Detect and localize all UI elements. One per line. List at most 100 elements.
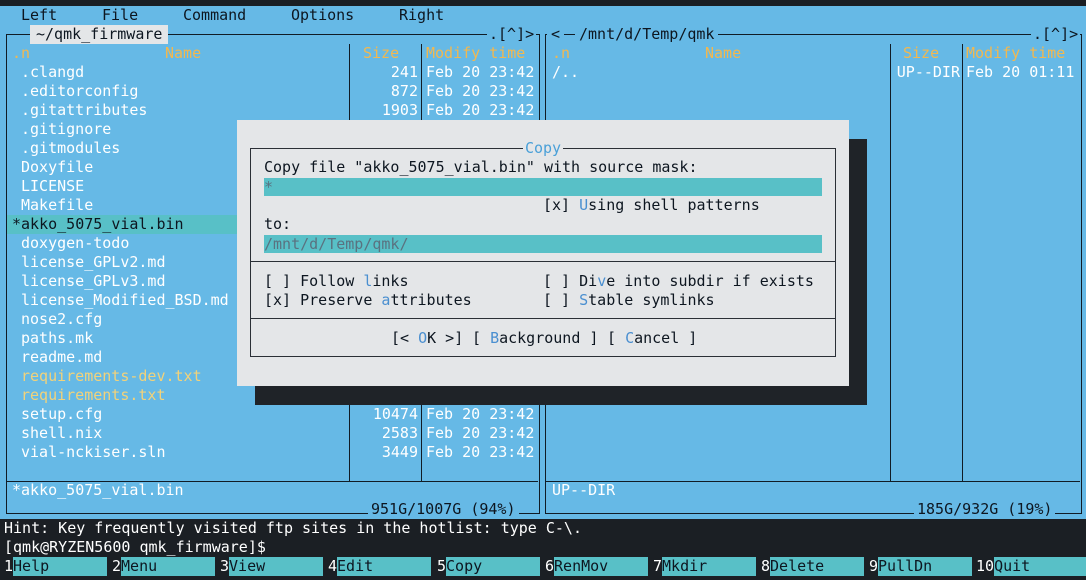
left-file-name[interactable]: shell.nix <box>21 424 102 443</box>
fkey-label: Quit <box>994 557 1086 576</box>
left-file-name[interactable]: paths.mk <box>21 329 93 348</box>
left-file-name[interactable]: license_GPLv2.md <box>21 253 166 272</box>
left-file-mtime: Feb 20 23:42 <box>426 63 535 81</box>
right-file-mtime: Feb 20 01:11 <box>966 63 1075 81</box>
left-file-name[interactable]: license_GPLv3.md <box>21 272 166 291</box>
fkey-label: Delete <box>770 557 865 576</box>
right-disk-usage: 185G/932G (19%) <box>914 500 1056 519</box>
left-file-name[interactable]: license_Modified_BSD.md <box>21 291 229 310</box>
dialog-divider-1 <box>251 261 835 262</box>
left-file-size: 872 <box>390 82 418 100</box>
left-file-name[interactable]: .gitignore <box>21 120 111 139</box>
right-col-name[interactable]: Name <box>705 44 741 63</box>
left-file-name[interactable]: setup.cfg <box>21 405 102 424</box>
to-label: to: <box>264 215 292 233</box>
fkey-number: 4 <box>328 557 338 575</box>
stable-symlinks-checkbox[interactable]: [ ] Stable symlinks <box>543 291 715 310</box>
left-disk-usage: 951G/1007G (94%) <box>368 500 519 519</box>
right-col-divider-2 <box>962 44 963 481</box>
fkey-label: View <box>229 557 324 576</box>
left-file-name[interactable]: Doxyfile <box>21 158 93 177</box>
fkey-edit-button[interactable]: 4Edit <box>328 557 432 576</box>
follow-links-checkbox[interactable]: [ ] Follow links <box>264 272 409 291</box>
fkey-number: 3 <box>220 557 230 575</box>
left-file-size: 241 <box>390 63 418 81</box>
left-file-mtime: Feb 20 23:42 <box>426 82 535 100</box>
left-file-name[interactable]: readme.md <box>21 348 102 367</box>
left-panel-corner-controls[interactable]: .[^]> <box>487 25 537 44</box>
fkey-label: RenMov <box>554 557 649 576</box>
fkey-pulldn-button[interactable]: 9PullDn <box>869 557 973 576</box>
fkey-renmov-button[interactable]: 6RenMov <box>545 557 649 576</box>
dive-into-subdir-checkbox[interactable]: [ ] Dive into subdir if exists <box>543 272 814 291</box>
background-button[interactable]: [ Background ] <box>472 329 598 348</box>
right-col-mtime[interactable]: Modify time <box>966 44 1065 63</box>
menu-right[interactable]: Right <box>399 6 444 25</box>
menu-command[interactable]: Command <box>183 6 246 25</box>
fkey-view-button[interactable]: 3View <box>220 557 324 576</box>
function-key-bar: 1Help 2Menu 3View 4Edit 5Copy 6RenMov 7Mkdir 8D… <box>0 557 1086 576</box>
left-file-name[interactable]: .editorconfig <box>21 82 138 101</box>
left-file-name[interactable]: .clangd <box>21 63 84 82</box>
left-col-mtime[interactable]: Modify time <box>426 44 525 63</box>
right-panel-prev-marker[interactable]: < <box>547 25 565 44</box>
ok-button[interactable]: [< OK >] <box>391 329 463 348</box>
fkey-number: 5 <box>437 557 447 575</box>
right-file-name[interactable]: /.. <box>552 63 579 82</box>
fkey-number: 2 <box>112 557 122 575</box>
left-file-name[interactable]: requirements.txt <box>21 386 166 405</box>
dialog-divider-2 <box>251 318 835 319</box>
left-panel-title[interactable]: ~/qmk_firmware <box>30 25 169 44</box>
preserve-attributes-checkbox[interactable]: [x] Preserve attributes <box>264 291 472 310</box>
right-status-divider <box>546 481 1080 482</box>
left-file-size: 3449 <box>381 443 418 461</box>
left-status-file: *akko_5075_vial.bin <box>12 481 184 499</box>
shell-patterns-checkbox[interactable]: [x] Using shell patterns <box>543 196 760 215</box>
fkey-help-button[interactable]: 1Help <box>4 557 108 576</box>
left-file-name[interactable]: doxygen-todo <box>21 234 129 253</box>
left-col-name[interactable]: Name <box>165 44 201 63</box>
left-file-mtime: Feb 20 23:42 <box>426 443 535 461</box>
left-file-size: 1903 <box>381 101 418 119</box>
shell-prompt[interactable]: [qmk@RYZEN5600 qmk_firmware]$ <box>0 538 1086 557</box>
left-file-name[interactable]: nose2.cfg <box>21 310 102 329</box>
left-col-size[interactable]: Size <box>363 44 399 63</box>
fkey-menu-button[interactable]: 2Menu <box>112 557 216 576</box>
fkey-number: 10 <box>976 557 995 575</box>
fkey-label: Edit <box>337 557 432 576</box>
menu-left[interactable]: Left <box>21 6 57 25</box>
right-col-n[interactable]: .n <box>552 44 570 63</box>
right-status-file: UP--DIR <box>552 481 616 499</box>
right-col-divider-1 <box>890 44 891 481</box>
left-file-size: 10474 <box>372 405 418 423</box>
left-file-name[interactable]: .gitattributes <box>21 101 147 120</box>
dialog-title: Copy <box>522 139 564 157</box>
copy-dialog[interactable]: Copy Copy file "akko_5075_vial.bin" with… <box>237 120 849 386</box>
fkey-quit-button[interactable]: 10Quit <box>976 557 1086 576</box>
right-file-size: UP--DIR <box>896 63 960 81</box>
left-file-name[interactable]: Makefile <box>21 196 93 215</box>
right-col-size[interactable]: Size <box>903 44 939 63</box>
destination-input[interactable]: /mnt/d/Temp/qmk/ <box>264 235 822 253</box>
right-panel-corner-controls[interactable]: .[^]> <box>1031 25 1081 44</box>
menu-bar: Left File Command Options Right <box>0 6 1086 25</box>
fkey-label: PullDn <box>878 557 973 576</box>
left-file-name[interactable]: .gitmodules <box>21 139 120 158</box>
left-file-mtime: Feb 20 23:42 <box>426 101 535 119</box>
left-file-name[interactable]: requirements-dev.txt <box>21 367 202 386</box>
source-mask-input[interactable]: * <box>264 178 822 196</box>
fkey-label: Copy <box>446 557 541 576</box>
left-file-name[interactable]: LICENSE <box>21 177 84 196</box>
fkey-delete-button[interactable]: 8Delete <box>761 557 865 576</box>
left-file-mtime: Feb 20 23:42 <box>426 405 535 423</box>
left-file-name[interactable]: vial-nckiser.sln <box>21 443 166 462</box>
left-col-n[interactable]: .n <box>12 44 30 63</box>
right-panel-title[interactable]: /mnt/d/Temp/qmk <box>575 25 719 44</box>
cancel-button[interactable]: [ Cancel ] <box>607 329 697 348</box>
menu-options[interactable]: Options <box>291 6 354 25</box>
fkey-mkdir-button[interactable]: 7Mkdir <box>653 557 757 576</box>
fkey-number: 1 <box>4 557 14 575</box>
menu-file[interactable]: File <box>102 6 138 25</box>
fkey-copy-button[interactable]: 5Copy <box>437 557 541 576</box>
fkey-number: 7 <box>653 557 663 575</box>
